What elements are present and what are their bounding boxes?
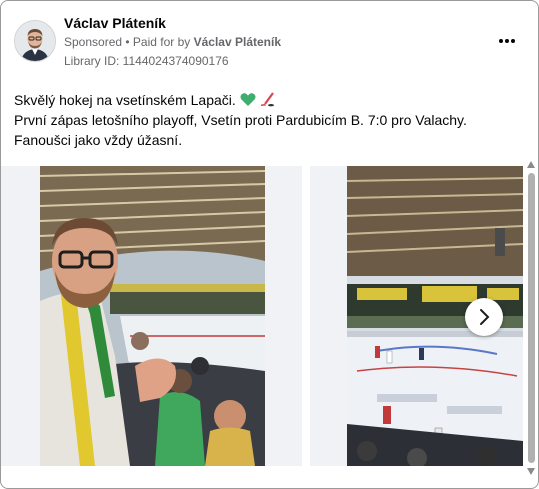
sponsored-label: Sponsored	[64, 35, 123, 49]
post-text-line-2: První zápas letošního playoff, Vsetín pr…	[14, 112, 467, 148]
post-text-line-1: Skvělý hokej na vsetínském Lapači.	[14, 90, 526, 110]
author-avatar[interactable]	[14, 20, 56, 62]
chevron-right-icon	[480, 309, 490, 325]
sponsored-line: Sponsored • Paid for by Václav Pláteník	[64, 35, 281, 49]
photo-selfie-at-hockey-arena[interactable]	[40, 166, 265, 466]
more-dot	[511, 39, 516, 43]
author-name[interactable]: Václav Pláteník	[64, 15, 166, 31]
post-text-line-1-content: Skvělý hokej na vsetínském Lapači.	[14, 92, 236, 108]
ad-post-card: Václav Pláteník Sponsored • Paid for by …	[0, 0, 539, 489]
hockey-stick-icon	[260, 92, 274, 107]
more-horizontal-icon	[498, 39, 503, 43]
scroll-thumb[interactable]	[528, 173, 535, 463]
meta-separator: •	[122, 35, 133, 49]
library-id: Library ID: 1144024374090176	[64, 54, 229, 68]
paid-for-name[interactable]: Václav Pláteník	[194, 35, 281, 49]
scroll-down-arrow-icon[interactable]	[527, 468, 535, 475]
paid-for-prefix: Paid for by	[132, 35, 194, 49]
more-options-button[interactable]	[495, 29, 519, 53]
carousel-next-button[interactable]	[465, 298, 503, 336]
green-heart-icon	[240, 93, 256, 106]
image-carousel[interactable]	[1, 166, 523, 466]
post-text: Skvělý hokej na vsetínském Lapači. První…	[14, 90, 526, 150]
more-dot	[505, 39, 509, 43]
scrollbar[interactable]	[525, 159, 538, 477]
scroll-up-arrow-icon[interactable]	[527, 161, 535, 168]
